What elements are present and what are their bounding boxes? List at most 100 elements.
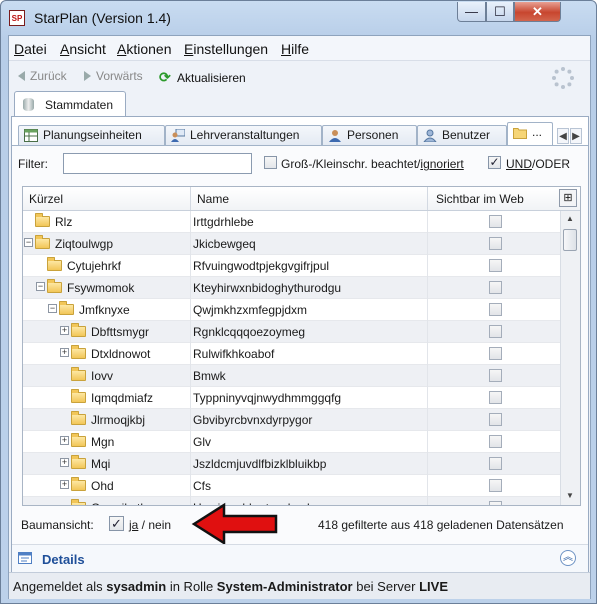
filter-input[interactable] (63, 153, 252, 174)
case-sensitive-checkbox[interactable] (264, 156, 277, 169)
cell-divider (427, 497, 428, 505)
tree-view-checkbox[interactable]: ✓ (109, 516, 124, 531)
table-row[interactable]: Iovv Bmwk (23, 365, 560, 387)
tab-stammdaten[interactable]: Stammdaten (14, 91, 126, 117)
expand-icon[interactable]: + (60, 480, 69, 489)
table-row[interactable]: − Ziqtoulwgp Jkicbewgeq (23, 233, 560, 255)
tab-scroll-left-button[interactable]: ◀ (557, 128, 569, 144)
tab-benutzer[interactable]: Benutzer (417, 125, 507, 145)
details-section[interactable]: Details ︽ (12, 544, 588, 573)
status-middle: in Rolle (166, 579, 217, 594)
cell-divider (427, 453, 428, 475)
back-button[interactable]: Zurück (18, 69, 67, 83)
tab-planungseinheiten[interactable]: Planungseinheiten (18, 125, 165, 145)
und-link[interactable]: UND (506, 157, 532, 171)
case-ignored-link[interactable]: ignoriert (420, 157, 463, 171)
expand-icon[interactable]: + (60, 436, 69, 445)
table-row[interactable]: + Mgn Glv (23, 431, 560, 453)
collapse-icon[interactable]: ︽ (560, 550, 576, 566)
folder-icon (71, 411, 86, 425)
scroll-up-icon[interactable]: ▲ (566, 214, 574, 223)
record-count: 418 gefilterte aus 418 geladenen Datensä… (318, 518, 564, 532)
expand-icon[interactable]: + (60, 458, 69, 467)
column-header-name[interactable]: Name (197, 192, 229, 206)
cell-divider (190, 409, 191, 431)
table-row[interactable]: Cytujehrkf Rfvuingwodtpjekgvgifrjpul (23, 255, 560, 277)
column-header-sichtbar[interactable]: Sichtbar im Web (436, 192, 524, 206)
forward-button[interactable]: Vorwärts (84, 69, 143, 83)
visible-web-checkbox[interactable] (489, 435, 502, 448)
cell-divider (190, 475, 191, 497)
navigation-bar: Zurück Vorwärts ⟳ Aktualisieren (9, 61, 590, 91)
cell-name: Cfs (193, 479, 211, 493)
menu-ansicht[interactable]: Ansicht (60, 41, 106, 57)
back-label: Zurück (30, 69, 67, 83)
minimize-button[interactable]: — (457, 2, 486, 22)
tree-view-nein[interactable]: / nein (138, 518, 171, 532)
table-row[interactable]: − Fsywmomok Kteyhirwxnbidoghythurodgu (23, 277, 560, 299)
close-button[interactable]: ✕ (514, 2, 561, 22)
collapse-node-icon[interactable]: − (36, 282, 45, 291)
cell-divider (427, 321, 428, 343)
tab-scroll-right-button[interactable]: ▶ (570, 128, 582, 144)
visible-web-checkbox[interactable] (489, 391, 502, 404)
visible-web-checkbox[interactable] (489, 281, 502, 294)
visible-web-checkbox[interactable] (489, 325, 502, 338)
table-row[interactable]: + Ohd Cfs (23, 475, 560, 497)
menu-datei[interactable]: Datei (14, 41, 47, 57)
title-bar[interactable]: SP StarPlan (Version 1.4) — ☐ ✕ (1, 1, 596, 35)
scroll-down-icon[interactable]: ▼ (566, 491, 574, 500)
tree-view-ja-link[interactable]: ja (129, 518, 138, 532)
refresh-button[interactable]: ⟳ Aktualisieren (159, 69, 246, 86)
expand-icon[interactable]: + (60, 348, 69, 357)
table-header: Kürzel Name Sichtbar im Web ⊞ (23, 187, 580, 211)
window-title: StarPlan (Version 1.4) (34, 10, 171, 26)
tab-lehrveranstaltungen[interactable]: Lehrveranstaltungen (165, 125, 322, 145)
cell-name: Jkicbewgeq (193, 237, 256, 251)
tab-folders[interactable]: ... (507, 122, 553, 145)
folders-tab-content: Filter: Groß-/Kleinschr. beachtet/ignori… (12, 145, 588, 573)
und-oder-label: UND/ODER (506, 157, 570, 171)
collapse-node-icon[interactable]: − (48, 304, 57, 313)
table-row[interactable]: − Jmfknyxe Qwjmkhzxmfegpjdxm (23, 299, 560, 321)
cell-divider (190, 211, 191, 233)
table-row[interactable]: + Mqi Jszldcmjuvdlfbizklbluikbp (23, 453, 560, 475)
visible-web-checkbox[interactable] (489, 237, 502, 250)
cell-divider (427, 211, 428, 233)
cell-kurzel: Ohd (91, 479, 114, 493)
menu-hilfe[interactable]: Hilfe (281, 41, 309, 57)
cell-name: Rgnklcqqqoezoymeg (193, 325, 306, 339)
visible-web-checkbox[interactable] (489, 369, 502, 382)
column-header-kurzel[interactable]: Kürzel (29, 192, 63, 206)
visible-web-checkbox[interactable] (489, 259, 502, 272)
tab-personen[interactable]: Personen (322, 125, 417, 145)
table-row[interactable]: Iqmqdmiafz Typpninyvqjnwydhmmggqfg (23, 387, 560, 409)
visible-web-checkbox[interactable] (489, 303, 502, 316)
visible-web-checkbox[interactable] (489, 413, 502, 426)
visible-web-checkbox[interactable] (489, 501, 502, 505)
user-icon (423, 129, 437, 142)
expand-icon[interactable]: + (60, 326, 69, 335)
table-row[interactable]: Jlrmoqjkbj Gbvibyrcbvnxdyrpygor (23, 409, 560, 431)
menu-aktionen[interactable]: Aktionen (117, 41, 172, 57)
column-chooser-button[interactable]: ⊞ (559, 189, 577, 207)
table-row[interactable]: + Dtxldnowot Rulwifkhkoabof (23, 343, 560, 365)
visible-web-checkbox[interactable] (489, 215, 502, 228)
table-row[interactable]: Rlz Irttgdrhlebe (23, 211, 560, 233)
visible-web-checkbox[interactable] (489, 479, 502, 492)
menu-einstellungen[interactable]: Einstellungen (184, 41, 268, 57)
stammdaten-panel: Planungseinheiten Lehrveranstaltungen Pe… (11, 116, 589, 573)
maximize-button[interactable]: ☐ (486, 2, 514, 22)
cell-divider (190, 365, 191, 387)
visible-web-checkbox[interactable] (489, 347, 502, 360)
scroll-thumb[interactable] (563, 229, 577, 251)
table-row[interactable]: + Dbfttsmygr Rgnklcqqqoezoymeg (23, 321, 560, 343)
vertical-scrollbar[interactable]: ▲ ▼ (560, 211, 580, 505)
cell-name: Glv (193, 435, 211, 449)
cell-kurzel: Qqwsibstk (91, 501, 146, 505)
data-table: Kürzel Name Sichtbar im Web ⊞ Rlz Irttgdr… (22, 186, 581, 506)
und-oder-checkbox[interactable]: ✓ (488, 156, 501, 169)
collapse-node-icon[interactable]: − (24, 238, 33, 247)
table-row[interactable]: QqwsibstkHyrzjwnuhbmtzuzknql (23, 497, 560, 505)
visible-web-checkbox[interactable] (489, 457, 502, 470)
